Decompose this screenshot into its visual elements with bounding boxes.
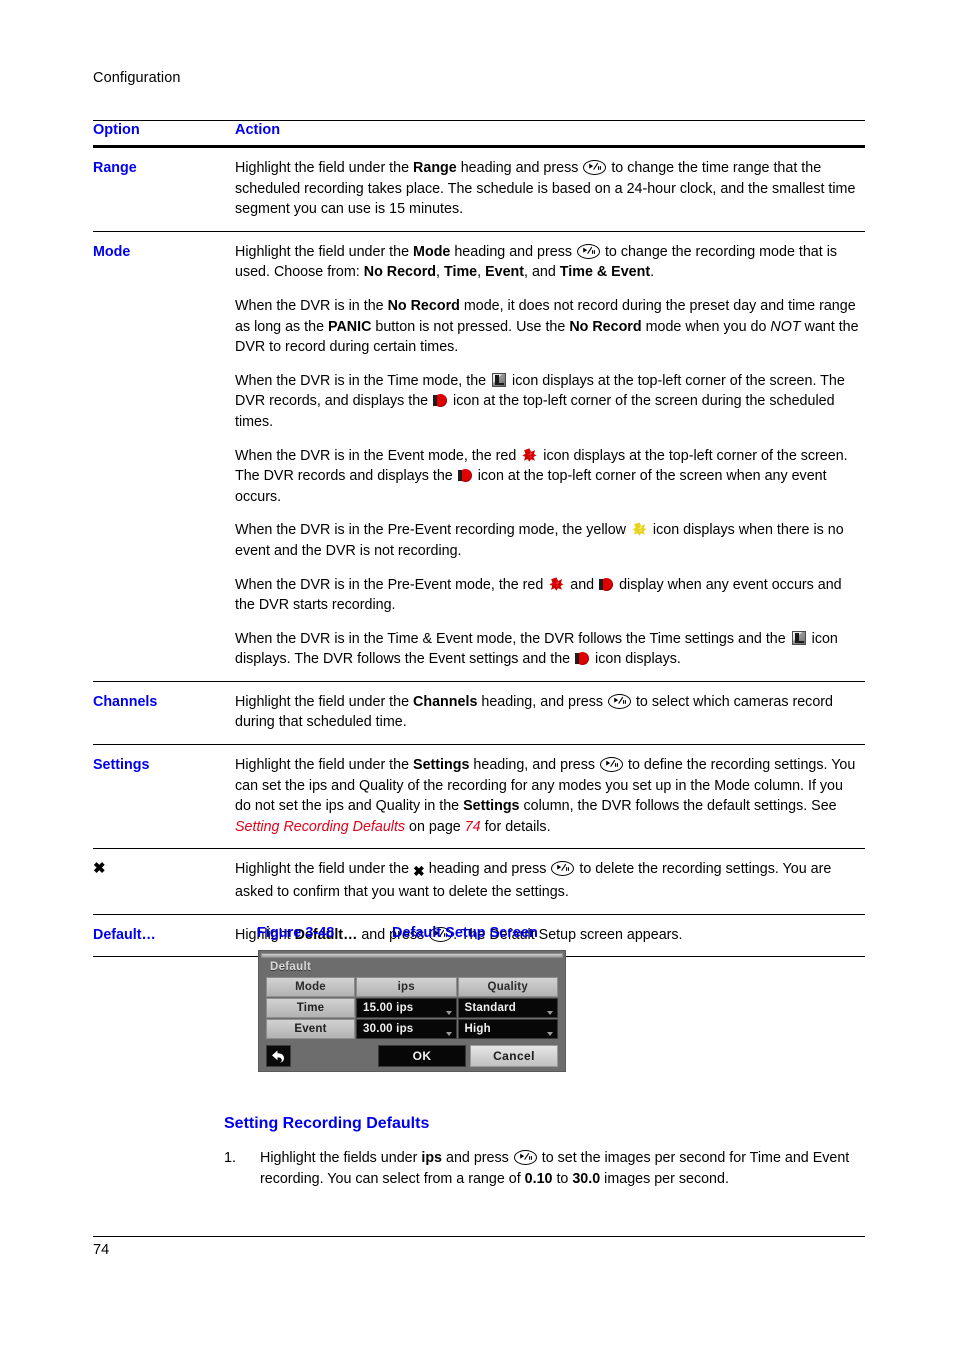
event-yellow-icon bbox=[632, 522, 647, 537]
ok-button[interactable]: OK bbox=[378, 1045, 466, 1067]
delete-x-icon: ✖ bbox=[413, 863, 425, 880]
table-row: Settings Highlight the field under the Se… bbox=[93, 744, 865, 850]
record-indicator-icon bbox=[575, 652, 590, 666]
action-paragraph: When the DVR is in the No Record mode, i… bbox=[235, 297, 859, 356]
table-row: Mode Highlight the field under the Mode h… bbox=[93, 231, 865, 682]
dvr-column-header-mode: Mode bbox=[266, 977, 355, 997]
action-paragraph: When the DVR is in the Pre-Event mode, t… bbox=[235, 576, 842, 614]
dvr-column-header-ips: ips bbox=[356, 977, 457, 997]
dvr-time-ips-value: 15.00 ips bbox=[363, 1002, 414, 1014]
dvr-time-quality-dropdown[interactable]: Standard bbox=[457, 998, 558, 1018]
list-item: 1. Highlight the fields under ips and pre… bbox=[224, 1148, 864, 1189]
column-header-option: Option bbox=[93, 120, 235, 148]
enter-play-pause-key-icon bbox=[576, 243, 600, 259]
time-recording-icon bbox=[492, 372, 507, 387]
chevron-down-icon bbox=[547, 1032, 553, 1036]
list-item-number: 1. bbox=[224, 1150, 236, 1166]
figure-caption: Figure 3-48 Default Setup Screen bbox=[257, 925, 538, 941]
cross-reference[interactable]: Setting Recording Defaults bbox=[235, 819, 405, 835]
running-header: Configuration bbox=[93, 70, 181, 86]
chevron-down-icon bbox=[547, 1011, 553, 1015]
table-header-row: Option Action bbox=[93, 120, 865, 148]
dvr-event-quality-dropdown[interactable]: High bbox=[457, 1019, 558, 1039]
option-label-default: Default… bbox=[93, 914, 235, 958]
option-label-delete: ✖ bbox=[93, 848, 235, 915]
enter-play-pause-key-icon bbox=[607, 693, 631, 709]
back-arrow-icon[interactable] bbox=[266, 1045, 291, 1067]
action-paragraph: Highlight the field under the Range head… bbox=[235, 160, 856, 218]
dvr-event-ips-dropdown[interactable]: 30.00 ips bbox=[356, 1019, 457, 1039]
action-description: Highlight the field under the ✖ heading … bbox=[235, 848, 865, 915]
dvr-row-label-event: Event bbox=[266, 1019, 355, 1039]
figure-title: Default Setup Screen bbox=[392, 925, 538, 941]
footer-rule bbox=[93, 1236, 865, 1237]
table-row: Channels Highlight the field under the Ch… bbox=[93, 681, 865, 746]
action-description: Highlight the field under the Settings h… bbox=[235, 744, 865, 850]
procedure-list: 1. Highlight the fields under ips and pre… bbox=[224, 1148, 864, 1189]
time-recording-icon bbox=[791, 630, 806, 645]
dvr-window-topbar bbox=[261, 953, 563, 958]
record-indicator-icon bbox=[433, 394, 448, 408]
dvr-event-ips-value: 30.00 ips bbox=[363, 1023, 414, 1035]
column-header-action: Action bbox=[235, 120, 865, 148]
action-description: Highlight the field under the Range head… bbox=[235, 146, 865, 232]
action-paragraph: Highlight the field under the Channels h… bbox=[235, 693, 833, 731]
table-row: Range Highlight the field under the Range… bbox=[93, 146, 865, 232]
record-indicator-icon bbox=[457, 469, 472, 483]
figure-number: Figure 3-48 bbox=[257, 925, 335, 941]
event-red-icon bbox=[549, 576, 564, 591]
action-description: Highlight the field under the Channels h… bbox=[235, 681, 865, 746]
chevron-down-icon bbox=[445, 1032, 452, 1036]
action-description: Highlight the field under the Mode headi… bbox=[235, 231, 865, 682]
action-paragraph: When the DVR is in the Event mode, the r… bbox=[235, 447, 848, 505]
action-paragraph: When the DVR is in the Pre-Event recordi… bbox=[235, 522, 844, 559]
action-paragraph: Highlight the field under the Settings h… bbox=[235, 757, 856, 835]
chevron-down-icon bbox=[445, 1011, 452, 1015]
table-row: ✖ Highlight the field under the ✖ heading… bbox=[93, 848, 865, 915]
option-action-table: Option Action Range Highlight the field u… bbox=[93, 120, 865, 958]
event-red-icon bbox=[522, 447, 537, 462]
action-paragraph: Highlight the field under the Mode headi… bbox=[235, 243, 838, 281]
dvr-settings-grid: Mode ips Quality Time 15.00 ips Standard… bbox=[266, 977, 558, 1039]
dvr-dialog-title: Default bbox=[270, 961, 312, 973]
cancel-button[interactable]: Cancel bbox=[470, 1045, 558, 1067]
dvr-time-quality-value: Standard bbox=[464, 1002, 516, 1014]
enter-play-pause-key-icon bbox=[513, 1150, 537, 1165]
option-label-mode: Mode bbox=[93, 231, 235, 682]
option-label-settings: Settings bbox=[93, 744, 235, 850]
list-item-text: Highlight the fields under ips and press… bbox=[260, 1150, 850, 1187]
option-label-range: Range bbox=[93, 146, 235, 232]
dvr-time-ips-dropdown[interactable]: 15.00 ips bbox=[356, 998, 457, 1018]
record-indicator-icon bbox=[599, 577, 614, 591]
dvr-column-header-quality: Quality bbox=[457, 977, 558, 997]
dvr-dialog-footer: OK Cancel bbox=[266, 1045, 558, 1067]
cross-reference[interactable]: 74 bbox=[465, 819, 481, 835]
action-paragraph: Highlight the field under the ✖ heading … bbox=[235, 861, 832, 901]
enter-play-pause-key-icon bbox=[583, 160, 607, 175]
default-setup-screen-figure: Default Mode ips Quality Time 15.00 ips … bbox=[258, 950, 566, 1072]
action-paragraph: When the DVR is in the Time & Event mode… bbox=[235, 630, 838, 668]
table-body: Range Highlight the field under the Range… bbox=[93, 146, 865, 958]
page-number: 74 bbox=[93, 1242, 110, 1258]
enter-play-pause-key-icon bbox=[551, 861, 575, 877]
dvr-event-quality-value: High bbox=[464, 1023, 491, 1035]
dvr-row-label-time: Time bbox=[266, 998, 355, 1018]
option-label-channels: Channels bbox=[93, 681, 235, 746]
action-paragraph: When the DVR is in the Time mode, the ic… bbox=[235, 372, 845, 430]
document-page: Configuration Option Action Range Highlig… bbox=[0, 0, 954, 1348]
section-heading-setting-recording-defaults: Setting Recording Defaults bbox=[224, 1115, 430, 1132]
enter-play-pause-key-icon bbox=[600, 757, 624, 773]
